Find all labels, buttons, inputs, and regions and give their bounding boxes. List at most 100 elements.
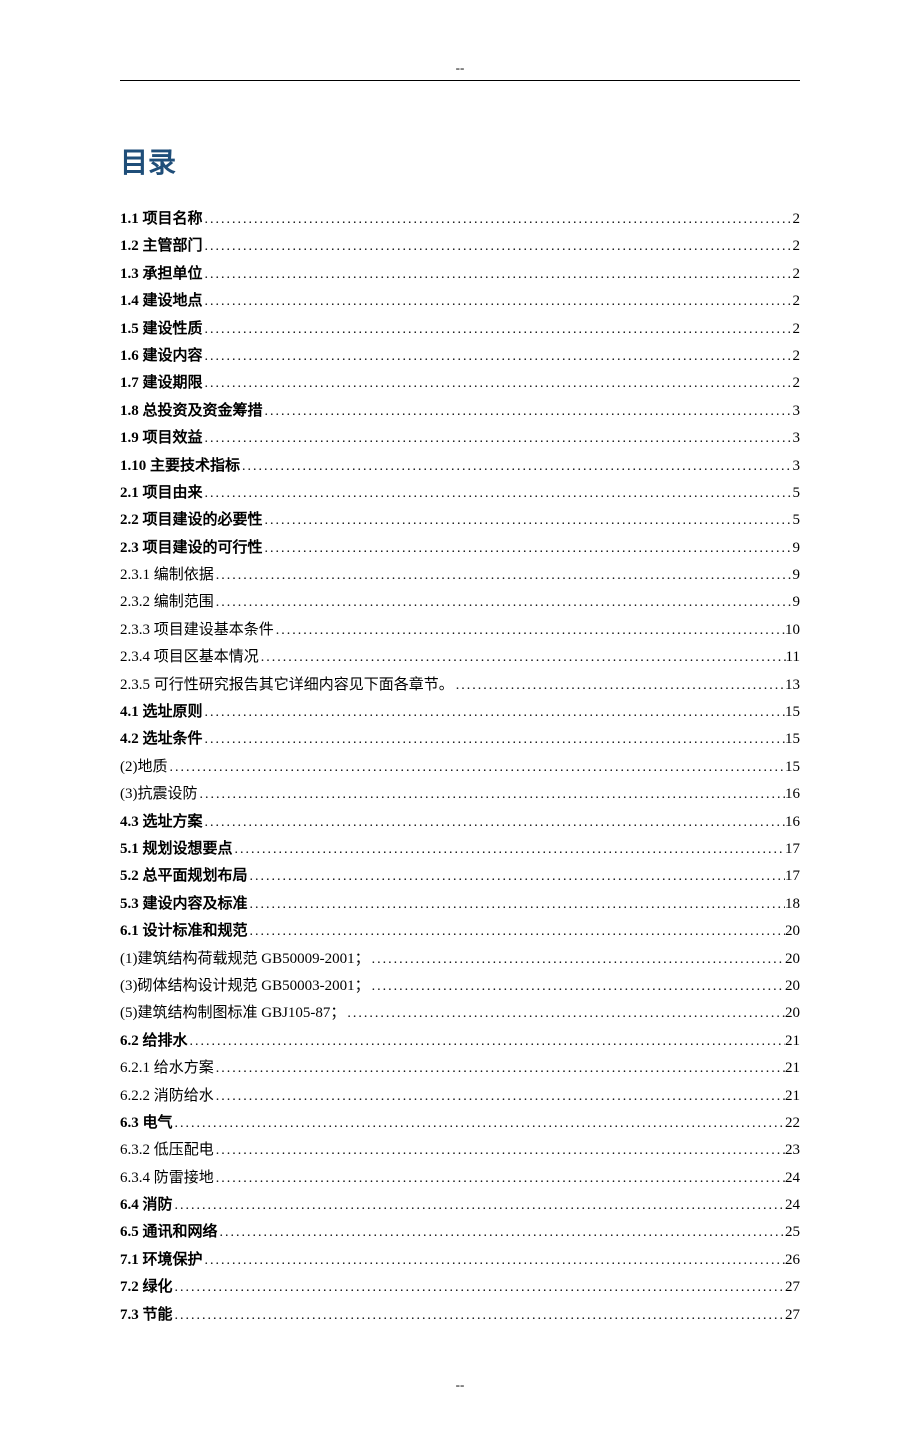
toc-row[interactable]: 4.1 选址原则15 bbox=[120, 700, 800, 724]
toc-leader-dots bbox=[173, 1277, 785, 1299]
toc-entry-label: 6.3.4 防雷接地 bbox=[120, 1166, 214, 1190]
toc-entry-label: 1.7 建设期限 bbox=[120, 371, 203, 395]
toc-row[interactable]: 4.3 选址方案16 bbox=[120, 810, 800, 834]
toc-entry-page: 2 bbox=[793, 234, 801, 258]
toc-row[interactable]: 2.3.2 编制范围9 bbox=[120, 590, 800, 614]
toc-entry-label: 2.3.4 项目区基本情况 bbox=[120, 645, 259, 669]
toc-entry-label: 4.1 选址原则 bbox=[120, 700, 203, 724]
toc-row[interactable]: 5.2 总平面规划布局17 bbox=[120, 864, 800, 888]
toc-entry-page: 20 bbox=[785, 974, 800, 998]
toc-entry-page: 9 bbox=[793, 536, 801, 560]
toc-entry-label: (2)地质 bbox=[120, 755, 168, 779]
toc-entry-page: 20 bbox=[785, 947, 800, 971]
toc-entry-page: 2 bbox=[793, 344, 801, 368]
toc-row[interactable]: 1.7 建设期限2 bbox=[120, 371, 800, 395]
header-rule bbox=[120, 80, 800, 81]
toc-row[interactable]: 6.4 消防24 bbox=[120, 1193, 800, 1217]
toc-row[interactable]: 6.5 通讯和网络25 bbox=[120, 1220, 800, 1244]
toc-entry-label: 6.1 设计标准和规范 bbox=[120, 919, 248, 943]
toc-leader-dots bbox=[203, 264, 793, 286]
toc-row[interactable]: 2.3 项目建设的可行性9 bbox=[120, 536, 800, 560]
toc-row[interactable]: 2.1 项目由来5 bbox=[120, 481, 800, 505]
toc-leader-dots bbox=[263, 401, 793, 423]
toc-leader-dots bbox=[168, 757, 786, 779]
toc-leader-dots bbox=[218, 1222, 785, 1244]
toc-leader-dots bbox=[173, 1113, 785, 1135]
toc-row[interactable]: (3)砌体结构设计规范 GB50003-2001；20 bbox=[120, 974, 800, 998]
toc-row[interactable]: 2.2 项目建设的必要性5 bbox=[120, 508, 800, 532]
toc-leader-dots bbox=[203, 483, 793, 505]
toc-entry-page: 20 bbox=[785, 1001, 800, 1025]
toc-row[interactable]: 6.3.4 防雷接地24 bbox=[120, 1166, 800, 1190]
toc-row[interactable]: 1.8 总投资及资金筹措3 bbox=[120, 399, 800, 423]
toc-row[interactable]: 1.9 项目效益3 bbox=[120, 426, 800, 450]
toc-row[interactable]: 2.3.5 可行性研究报告其它详细内容见下面各章节。13 bbox=[120, 673, 800, 697]
toc-row[interactable]: 5.1 规划设想要点17 bbox=[120, 837, 800, 861]
toc-leader-dots bbox=[203, 209, 793, 231]
toc-row[interactable]: 1.1 项目名称2 bbox=[120, 207, 800, 231]
toc-leader-dots bbox=[263, 510, 793, 532]
toc-entry-label: 4.3 选址方案 bbox=[120, 810, 203, 834]
toc-row[interactable]: (5)建筑结构制图标准 GBJ105-87； 20 bbox=[120, 1001, 800, 1025]
toc-row[interactable]: 2.3.4 项目区基本情况11 bbox=[120, 645, 800, 669]
toc-entry-page: 27 bbox=[785, 1275, 800, 1299]
toc-entry-page: 18 bbox=[785, 892, 800, 916]
toc-entry-page: 26 bbox=[785, 1248, 800, 1272]
toc-entry-label: 6.4 消防 bbox=[120, 1193, 173, 1217]
toc-entry-page: 17 bbox=[785, 837, 800, 861]
toc-row[interactable]: 7.1 环境保护26 bbox=[120, 1248, 800, 1272]
toc-entry-page: 16 bbox=[785, 782, 800, 806]
toc-entry-page: 9 bbox=[793, 590, 801, 614]
toc-row[interactable]: 4.2 选址条件15 bbox=[120, 727, 800, 751]
toc-row[interactable]: (3)抗震设防16 bbox=[120, 782, 800, 806]
toc-row[interactable]: 2.3.1 编制依据9 bbox=[120, 563, 800, 587]
toc-leader-dots bbox=[263, 538, 793, 560]
toc-entry-label: 1.10 主要技术指标 bbox=[120, 454, 240, 478]
toc-row[interactable]: 7.2 绿化27 bbox=[120, 1275, 800, 1299]
toc-entry-label: (5)建筑结构制图标准 GBJ105-87； bbox=[120, 1001, 345, 1025]
toc-entry-page: 25 bbox=[785, 1220, 800, 1244]
toc-row[interactable]: 1.5 建设性质2 bbox=[120, 317, 800, 341]
toc-entry-page: 21 bbox=[785, 1084, 800, 1108]
toc-row[interactable]: 6.3.2 低压配电23 bbox=[120, 1138, 800, 1162]
toc-leader-dots bbox=[188, 1031, 785, 1053]
toc-entry-page: 9 bbox=[793, 563, 801, 587]
toc-row[interactable]: 1.3 承担单位2 bbox=[120, 262, 800, 286]
toc-row[interactable]: 5.3 建设内容及标准18 bbox=[120, 892, 800, 916]
toc-entry-page: 3 bbox=[793, 426, 801, 450]
toc-leader-dots bbox=[203, 729, 785, 751]
toc-row[interactable]: 7.3 节能27 bbox=[120, 1303, 800, 1327]
toc-entry-page: 5 bbox=[793, 508, 801, 532]
header-mark: -- bbox=[100, 60, 820, 76]
toc-leader-dots bbox=[214, 565, 793, 587]
toc-leader-dots bbox=[173, 1305, 785, 1327]
toc-row[interactable]: 1.10 主要技术指标3 bbox=[120, 454, 800, 478]
toc-row[interactable]: (1)建筑结构荷载规范 GB50009-2001；20 bbox=[120, 947, 800, 971]
toc-leader-dots bbox=[203, 346, 793, 368]
toc-entry-label: 1.5 建设性质 bbox=[120, 317, 203, 341]
toc-leader-dots bbox=[248, 921, 785, 943]
toc-entry-page: 15 bbox=[785, 755, 800, 779]
toc-row[interactable]: (2)地质 15 bbox=[120, 755, 800, 779]
toc-entry-page: 5 bbox=[793, 481, 801, 505]
toc-row[interactable]: 1.4 建设地点2 bbox=[120, 289, 800, 313]
toc-entry-page: 10 bbox=[785, 618, 800, 642]
toc-row[interactable]: 6.3 电气22 bbox=[120, 1111, 800, 1135]
toc-leader-dots bbox=[370, 949, 785, 971]
toc-row[interactable]: 6.2 给排水21 bbox=[120, 1029, 800, 1053]
toc-row[interactable]: 6.2.2 消防给水21 bbox=[120, 1084, 800, 1108]
toc-leader-dots bbox=[214, 1086, 785, 1108]
toc-leader-dots bbox=[203, 702, 785, 724]
toc-title: 目录 bbox=[120, 141, 800, 181]
toc-row[interactable]: 1.6 建设内容2 bbox=[120, 344, 800, 368]
toc-leader-dots bbox=[214, 1058, 785, 1080]
toc-row[interactable]: 6.2.1 给水方案21 bbox=[120, 1056, 800, 1080]
toc-entry-label: 6.3 电气 bbox=[120, 1111, 173, 1135]
toc-row[interactable]: 6.1 设计标准和规范20 bbox=[120, 919, 800, 943]
toc-entry-page: 15 bbox=[785, 727, 800, 751]
toc-row[interactable]: 1.2 主管部门2 bbox=[120, 234, 800, 258]
toc-entry-page: 17 bbox=[785, 864, 800, 888]
toc-leader-dots bbox=[198, 784, 786, 806]
toc-row[interactable]: 2.3.3 项目建设基本条件10 bbox=[120, 618, 800, 642]
toc-entry-page: 27 bbox=[785, 1303, 800, 1327]
